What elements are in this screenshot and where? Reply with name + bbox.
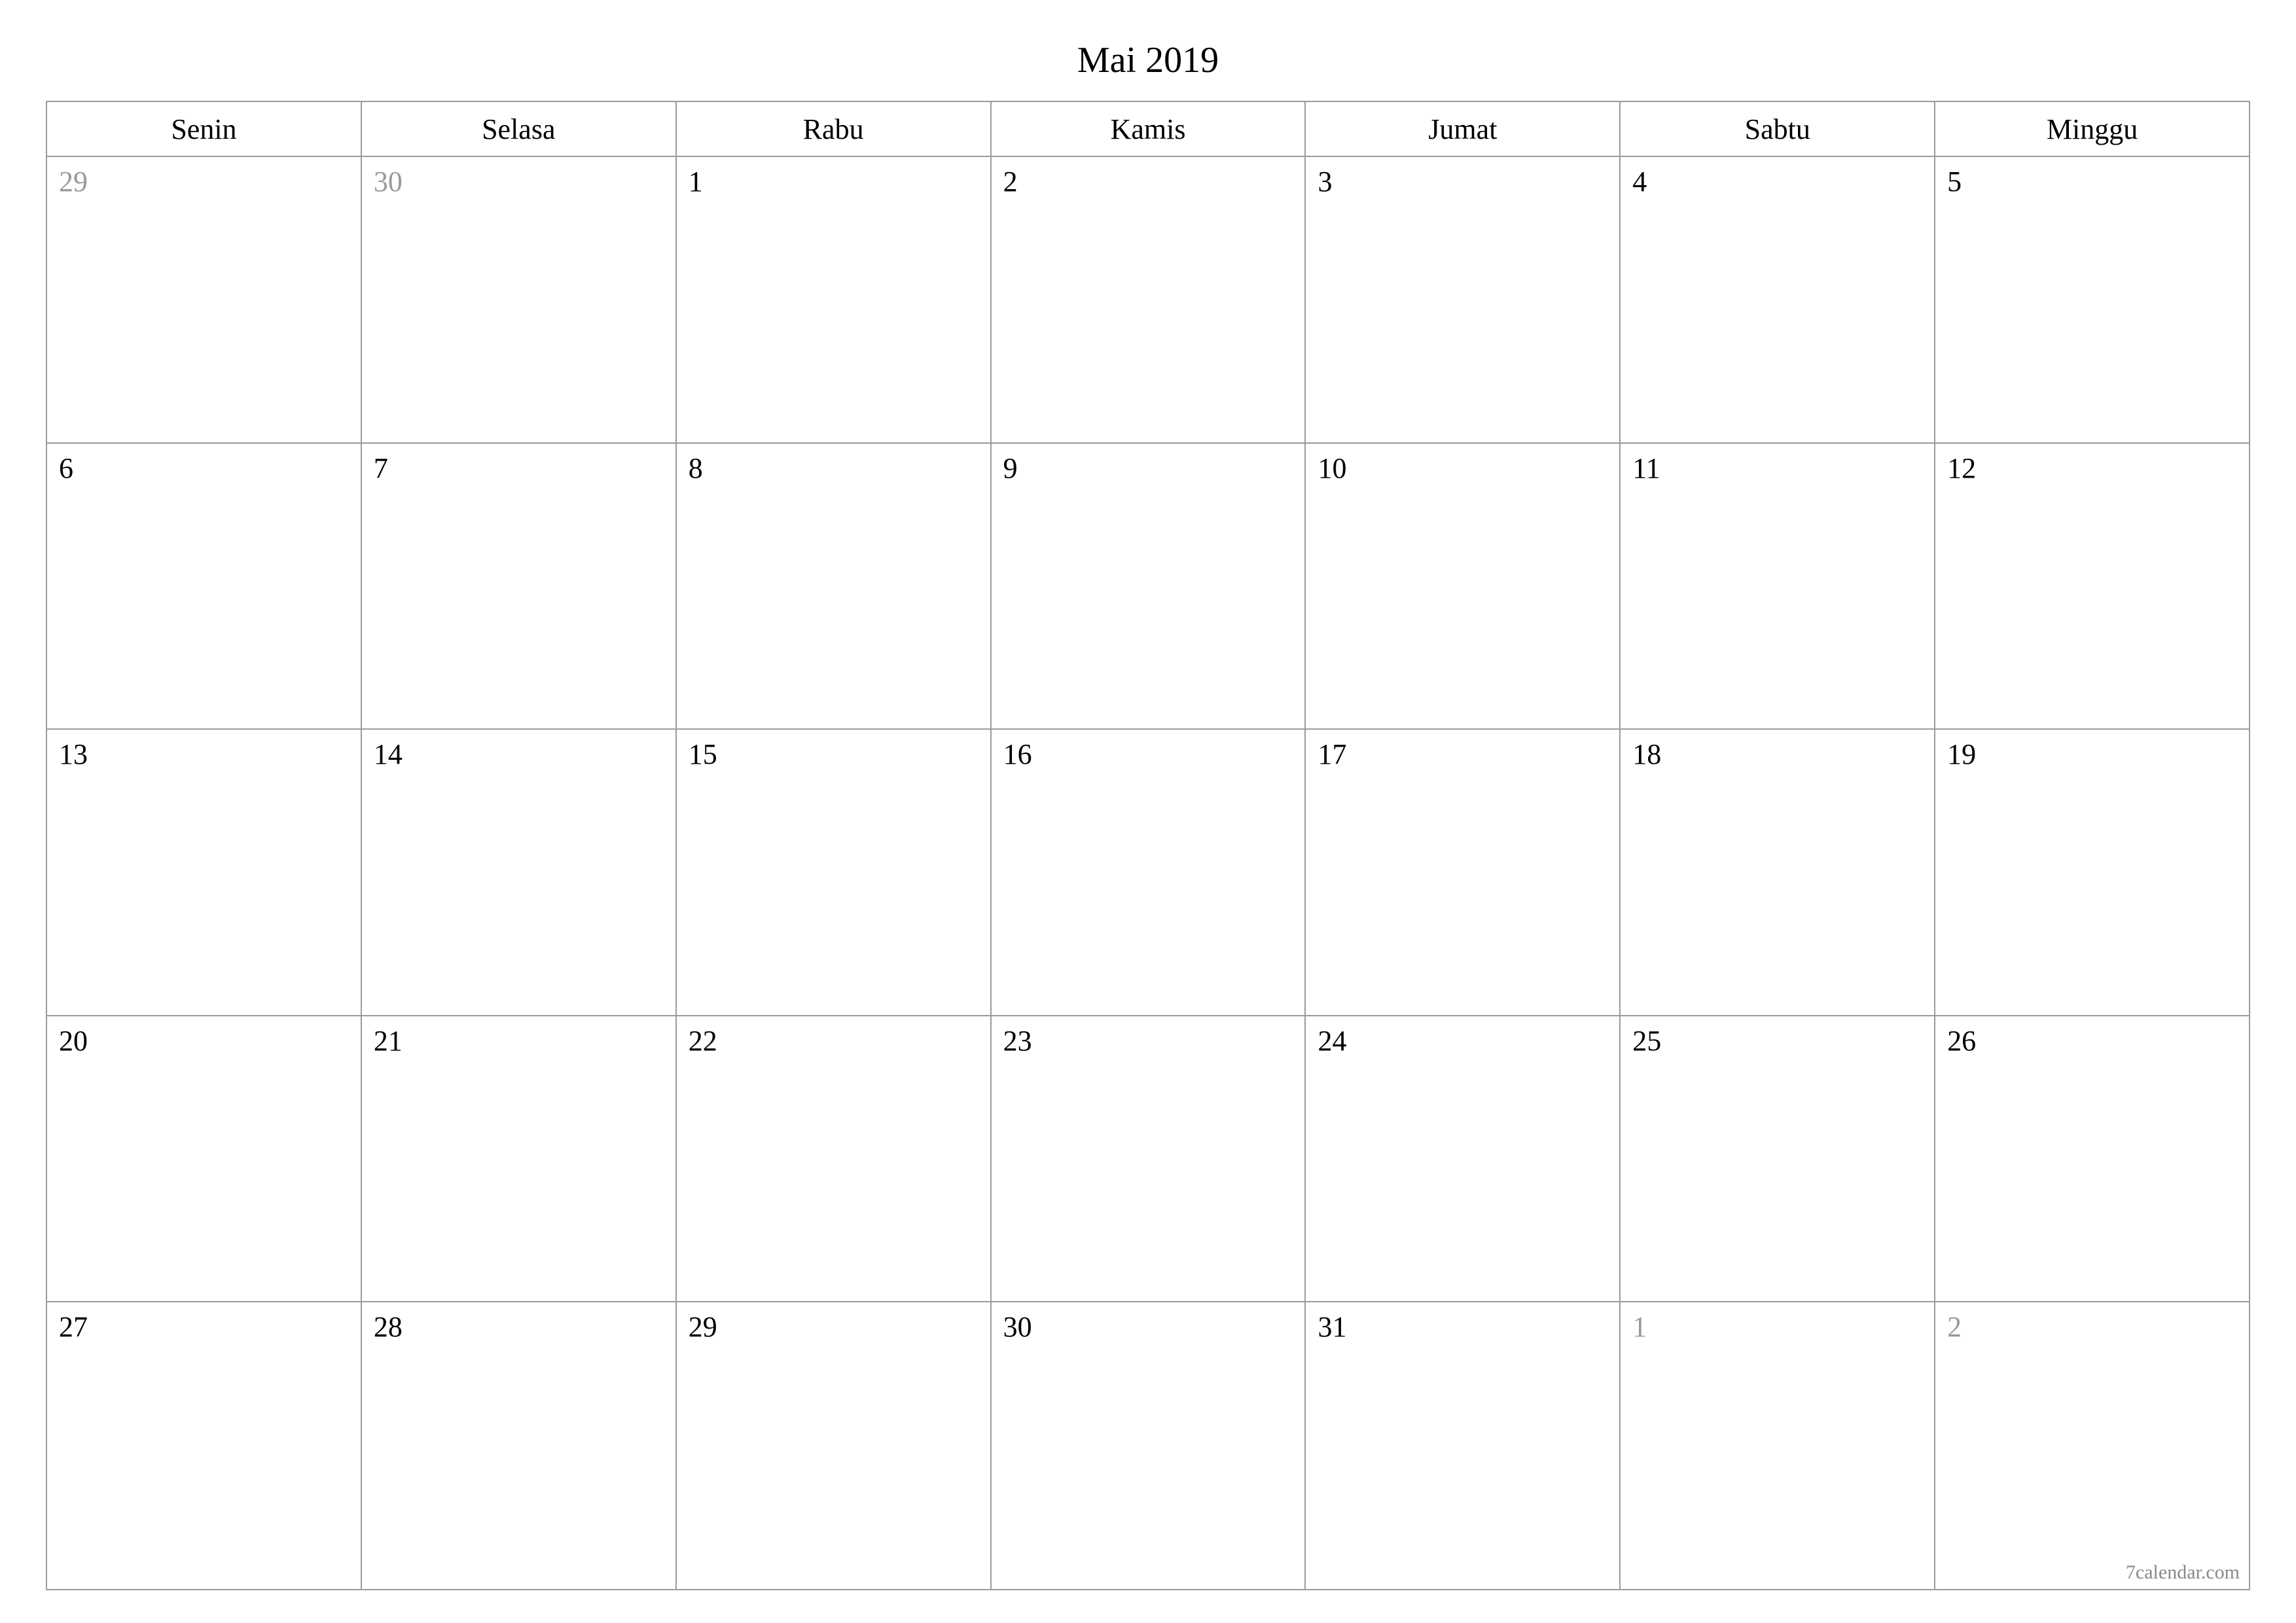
weekday-header: Selasa bbox=[362, 102, 677, 157]
day-cell: 26 bbox=[1935, 1016, 2249, 1303]
week-row: 6 7 8 9 10 11 12 bbox=[47, 444, 2249, 730]
weekday-header: Sabtu bbox=[1621, 102, 1935, 157]
day-cell: 2 7calendar.com bbox=[1935, 1302, 2249, 1589]
day-cell: 20 bbox=[47, 1016, 362, 1303]
day-cell: 18 bbox=[1621, 730, 1935, 1016]
day-cell: 9 bbox=[992, 444, 1306, 730]
day-cell: 19 bbox=[1935, 730, 2249, 1016]
weekday-header: Senin bbox=[47, 102, 362, 157]
day-cell: 23 bbox=[992, 1016, 1306, 1303]
day-cell: 8 bbox=[677, 444, 992, 730]
day-cell: 29 bbox=[677, 1302, 992, 1589]
day-cell: 2 bbox=[992, 157, 1306, 444]
day-cell: 15 bbox=[677, 730, 992, 1016]
day-cell: 27 bbox=[47, 1302, 362, 1589]
calendar-title: Mai 2019 bbox=[46, 39, 2250, 81]
calendar-grid: Senin Selasa Rabu Kamis Jumat Sabtu Ming… bbox=[46, 101, 2250, 1590]
credit-text: 7calendar.com bbox=[2126, 1561, 2240, 1584]
day-cell: 10 bbox=[1306, 444, 1621, 730]
week-row: 13 14 15 16 17 18 19 bbox=[47, 730, 2249, 1016]
day-cell: 24 bbox=[1306, 1016, 1621, 1303]
week-row: 29 30 1 2 3 4 5 bbox=[47, 157, 2249, 444]
day-cell: 11 bbox=[1621, 444, 1935, 730]
day-cell: 21 bbox=[362, 1016, 677, 1303]
day-cell: 6 bbox=[47, 444, 362, 730]
day-cell: 25 bbox=[1621, 1016, 1935, 1303]
day-cell: 1 bbox=[677, 157, 992, 444]
weekday-header: Jumat bbox=[1306, 102, 1621, 157]
day-cell: 31 bbox=[1306, 1302, 1621, 1589]
week-row: 27 28 29 30 31 1 2 7calendar.com bbox=[47, 1302, 2249, 1589]
day-cell: 30 bbox=[992, 1302, 1306, 1589]
week-row: 20 21 22 23 24 25 26 bbox=[47, 1016, 2249, 1303]
day-cell: 1 bbox=[1621, 1302, 1935, 1589]
day-cell: 30 bbox=[362, 157, 677, 444]
weekday-header-row: Senin Selasa Rabu Kamis Jumat Sabtu Ming… bbox=[47, 102, 2249, 157]
day-cell: 5 bbox=[1935, 157, 2249, 444]
day-cell: 17 bbox=[1306, 730, 1621, 1016]
weekday-header: Kamis bbox=[992, 102, 1306, 157]
day-cell: 7 bbox=[362, 444, 677, 730]
weekday-header: Rabu bbox=[677, 102, 992, 157]
day-cell: 14 bbox=[362, 730, 677, 1016]
day-cell: 28 bbox=[362, 1302, 677, 1589]
day-cell: 4 bbox=[1621, 157, 1935, 444]
day-cell: 12 bbox=[1935, 444, 2249, 730]
day-cell: 29 bbox=[47, 157, 362, 444]
weekday-header: Minggu bbox=[1935, 102, 2249, 157]
day-cell: 13 bbox=[47, 730, 362, 1016]
day-cell: 22 bbox=[677, 1016, 992, 1303]
day-cell: 16 bbox=[992, 730, 1306, 1016]
day-cell: 3 bbox=[1306, 157, 1621, 444]
